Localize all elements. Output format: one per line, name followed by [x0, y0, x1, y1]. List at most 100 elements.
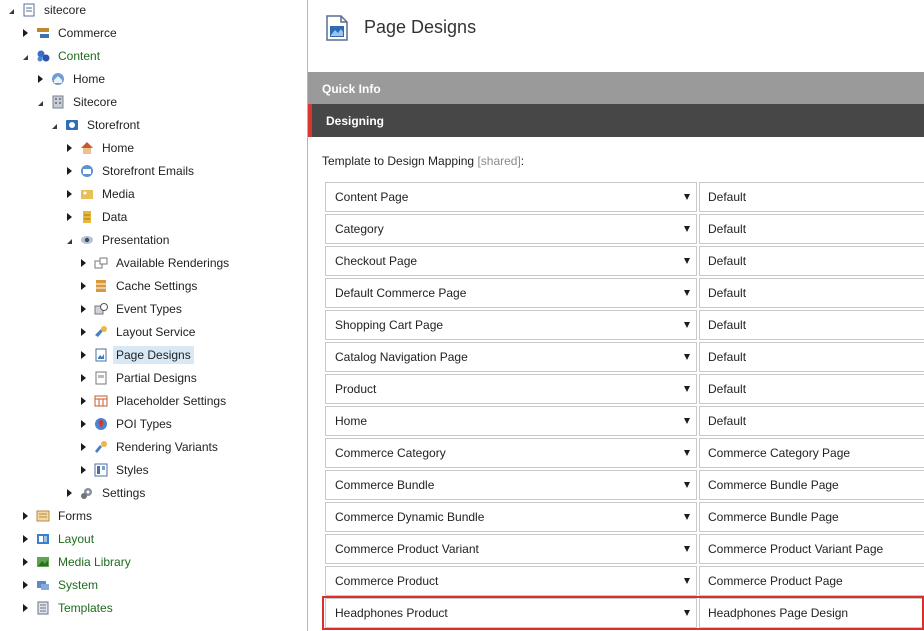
template-dropdown[interactable]: Headphones Product: [325, 598, 697, 628]
mapping-row: Commerce Category Commerce Category Page: [325, 438, 924, 468]
design-value: Commerce Bundle Page: [708, 478, 839, 492]
template-dropdown[interactable]: Default Commerce Page: [325, 278, 697, 308]
template-dropdown[interactable]: Home: [325, 406, 697, 436]
tree-node-label: Settings: [102, 486, 146, 500]
tree-node-event-types[interactable]: Event Types: [78, 299, 185, 319]
collapse-toggle[interactable]: [49, 115, 59, 135]
tree-node-templates[interactable]: Templates: [20, 598, 116, 618]
design-field[interactable]: Default: [699, 214, 924, 244]
tree-node-page-designs[interactable]: Page Designs: [78, 345, 194, 365]
tree-node-rendering-variants[interactable]: Rendering Variants: [78, 437, 221, 457]
design-field[interactable]: Default: [699, 406, 924, 436]
expand-toggle[interactable]: [78, 460, 88, 480]
template-value: Commerce Bundle: [335, 478, 435, 492]
mapping-row: Default Commerce Page Default: [325, 278, 924, 308]
tree-node-system[interactable]: System: [20, 575, 101, 595]
design-value: Headphones Page Design: [708, 606, 849, 620]
collapse-toggle[interactable]: [6, 0, 16, 20]
expand-toggle[interactable]: [78, 437, 88, 457]
design-field[interactable]: Headphones Page Design: [699, 598, 924, 628]
tree-node-sitecore-site[interactable]: Sitecore: [35, 92, 120, 112]
shared-tag: [shared]: [477, 154, 521, 168]
tree-node-commerce[interactable]: Commerce: [20, 23, 120, 43]
expand-toggle[interactable]: [20, 575, 30, 595]
design-field[interactable]: Default: [699, 278, 924, 308]
dropdown-caret-icon: [684, 418, 690, 424]
template-dropdown[interactable]: Content Page: [325, 182, 697, 212]
page-title: Page Designs: [364, 17, 477, 37]
design-field[interactable]: Default: [699, 310, 924, 340]
template-dropdown[interactable]: Commerce Product: [325, 566, 697, 596]
expand-toggle[interactable]: [78, 391, 88, 411]
mapping-row: Product Default: [325, 374, 924, 404]
tree-node-cache-settings[interactable]: Cache Settings: [78, 276, 200, 296]
expand-toggle[interactable]: [78, 322, 88, 342]
template-dropdown[interactable]: Commerce Bundle: [325, 470, 697, 500]
tree-node-layout-service[interactable]: Layout Service: [78, 322, 198, 342]
template-dropdown[interactable]: Shopping Cart Page: [325, 310, 697, 340]
tree-node-styles[interactable]: Styles: [78, 460, 152, 480]
design-field[interactable]: Commerce Product Variant Page: [699, 534, 924, 564]
design-field[interactable]: Default: [699, 374, 924, 404]
expand-toggle[interactable]: [78, 253, 88, 273]
expand-toggle[interactable]: [78, 276, 88, 296]
tree-node-settings[interactable]: Settings: [64, 483, 148, 503]
design-field[interactable]: Commerce Category Page: [699, 438, 924, 468]
tree-node-presentation[interactable]: Presentation: [64, 230, 172, 250]
expand-toggle[interactable]: [78, 299, 88, 319]
design-field[interactable]: Default: [699, 342, 924, 372]
tree-node-data[interactable]: Data: [64, 207, 130, 227]
expand-toggle[interactable]: [35, 69, 45, 89]
expand-toggle[interactable]: [20, 529, 30, 549]
template-dropdown[interactable]: Commerce Category: [325, 438, 697, 468]
expand-toggle[interactable]: [20, 552, 30, 572]
tree-node-media-library[interactable]: Media Library: [20, 552, 134, 572]
design-field[interactable]: Default: [699, 182, 924, 212]
expand-toggle[interactable]: [20, 23, 30, 43]
tree-node-media[interactable]: Media: [64, 184, 138, 204]
template-dropdown[interactable]: Catalog Navigation Page: [325, 342, 697, 372]
collapse-toggle[interactable]: [20, 46, 30, 66]
expand-toggle[interactable]: [64, 483, 74, 503]
tree-node-layout[interactable]: Layout: [20, 529, 97, 549]
expand-toggle[interactable]: [78, 414, 88, 434]
collapse-toggle[interactable]: [35, 92, 45, 112]
expand-toggle[interactable]: [20, 598, 30, 618]
tree-node-available-renderings[interactable]: Available Renderings: [78, 253, 232, 273]
template-value: Product: [335, 382, 377, 396]
tree-node-forms[interactable]: Forms: [20, 506, 95, 526]
expand-toggle[interactable]: [64, 161, 74, 181]
tree-node-partial-designs[interactable]: Partial Designs: [78, 368, 200, 388]
tree-node-poi-types[interactable]: POI Types: [78, 414, 175, 434]
designing-section-header[interactable]: Designing: [308, 104, 924, 137]
expand-toggle[interactable]: [64, 138, 74, 158]
design-field[interactable]: Commerce Bundle Page: [699, 502, 924, 532]
tree-node-label: Data: [102, 210, 128, 224]
mapping-row: Shopping Cart Page Default: [325, 310, 924, 340]
expand-toggle[interactable]: [64, 207, 74, 227]
tree-node-content[interactable]: Content: [20, 46, 103, 66]
template-dropdown[interactable]: Commerce Product Variant: [325, 534, 697, 564]
data-icon: [80, 210, 94, 224]
layout-icon: [36, 532, 50, 546]
design-field[interactable]: Default: [699, 246, 924, 276]
quick-info-section-header[interactable]: Quick Info: [308, 72, 924, 104]
tree-node-placeholder-settings[interactable]: Placeholder Settings: [78, 391, 229, 411]
collapse-toggle[interactable]: [64, 230, 74, 250]
tree-node-storefront-home[interactable]: Home: [64, 138, 137, 158]
design-field[interactable]: Commerce Product Page: [699, 566, 924, 596]
tree-node-label: Cache Settings: [116, 279, 198, 293]
template-dropdown[interactable]: Checkout Page: [325, 246, 697, 276]
tree-node-storefront-emails[interactable]: Storefront Emails: [64, 161, 197, 181]
expand-toggle[interactable]: [20, 506, 30, 526]
expand-toggle[interactable]: [64, 184, 74, 204]
template-dropdown[interactable]: Category: [325, 214, 697, 244]
design-field[interactable]: Commerce Bundle Page: [699, 470, 924, 500]
expand-toggle[interactable]: [78, 368, 88, 388]
template-dropdown[interactable]: Commerce Dynamic Bundle: [325, 502, 697, 532]
tree-node-sitecore[interactable]: sitecore: [6, 0, 89, 20]
template-dropdown[interactable]: Product: [325, 374, 697, 404]
tree-node-home[interactable]: Home: [35, 69, 108, 89]
expand-toggle[interactable]: [78, 345, 88, 365]
tree-node-storefront[interactable]: Storefront: [49, 115, 143, 135]
